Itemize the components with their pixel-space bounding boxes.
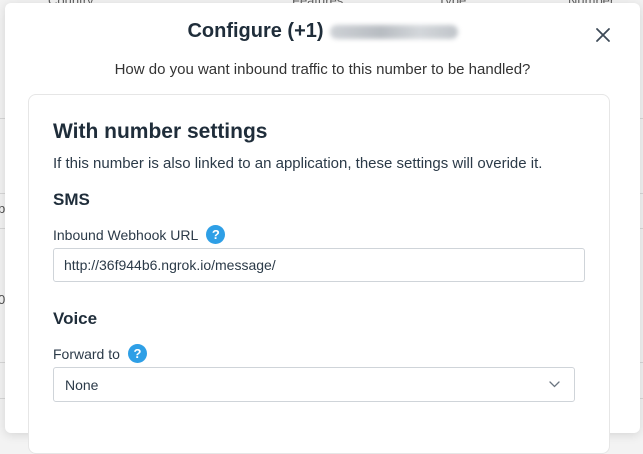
help-icon[interactable]: ? xyxy=(206,225,225,244)
webhook-url-label: Inbound Webhook URL ? xyxy=(53,225,225,244)
redacted-phone-number xyxy=(330,25,458,39)
forward-to-select[interactable]: None xyxy=(53,367,575,402)
modal-title: Configure (+1) xyxy=(5,20,640,43)
chevron-down-icon xyxy=(549,381,560,388)
forward-to-label: Forward to ? xyxy=(53,344,147,363)
voice-section-heading: Voice xyxy=(53,309,97,329)
forward-to-label-text: Forward to xyxy=(53,346,120,362)
close-icon xyxy=(595,27,611,43)
modal-subtitle: How do you want inbound traffic to this … xyxy=(5,61,640,78)
help-icon[interactable]: ? xyxy=(128,344,147,363)
number-settings-card: With number settings If this number is a… xyxy=(28,94,610,454)
configure-number-modal: Configure (+1) How do you want inbound t… xyxy=(5,3,640,433)
webhook-url-label-text: Inbound Webhook URL xyxy=(53,227,198,243)
modal-title-text: Configure (+1) xyxy=(187,20,323,43)
forward-to-selected-value: None xyxy=(65,377,98,393)
sms-section-heading: SMS xyxy=(53,190,90,210)
webhook-url-input[interactable] xyxy=(53,248,585,282)
card-description: If this number is also linked to an appl… xyxy=(53,155,542,172)
card-title: With number settings xyxy=(53,120,267,144)
close-button[interactable] xyxy=(591,23,615,47)
